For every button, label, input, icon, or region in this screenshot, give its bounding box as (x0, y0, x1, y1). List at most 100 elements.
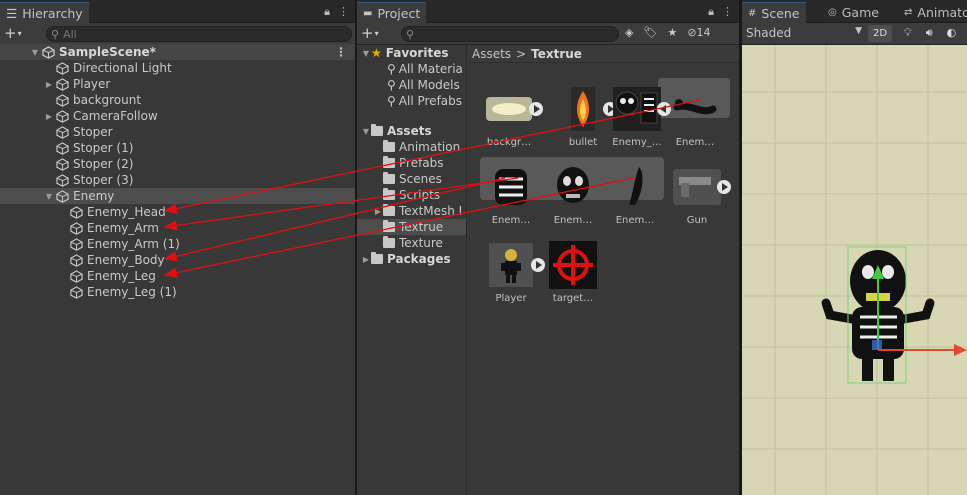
enemy-head-thumbnail (557, 167, 589, 203)
expand-sprite-icon[interactable] (531, 258, 545, 272)
gameobject-cube-icon (56, 61, 69, 75)
audio-toggle-icon[interactable]: 🔊︎ (926, 26, 933, 40)
lock-icon[interactable]: 🔒︎ (324, 5, 330, 19)
folder-label: Textrue (399, 220, 444, 234)
favorite-item[interactable]: ⚲ All Materia (387, 61, 463, 77)
lock-icon[interactable]: 🔒︎ (708, 5, 714, 19)
favorites-row[interactable]: ▼ ★ Favorites (361, 45, 449, 61)
tab-hierarchy[interactable]: ☰ Hierarchy (0, 2, 89, 23)
asset-label: Enem… (553, 215, 593, 226)
shading-mode-dropdown[interactable]: Shaded ▼ (746, 26, 862, 40)
create-button[interactable]: +▾ (4, 25, 22, 42)
hierarchy-child-item[interactable]: Enemy_Head (0, 204, 355, 220)
asset-thumbnail (485, 163, 537, 211)
hierarchy-search-field[interactable]: ⚲ (46, 26, 352, 42)
breadcrumb-root[interactable]: Assets (472, 47, 511, 61)
hierarchy-item[interactable]: backgrount (0, 92, 355, 108)
folder-item[interactable]: Scripts (357, 187, 466, 203)
lighting-toggle-icon[interactable]: 💡︎ (904, 26, 912, 40)
toggle-2d-button[interactable]: 2D (868, 25, 892, 42)
asset-item[interactable]: bullet (554, 85, 617, 148)
hierarchy-item[interactable]: ▶ Player (0, 76, 355, 92)
hierarchy-child-item[interactable]: Enemy_Body (0, 252, 355, 268)
filter-by-type-icon[interactable]: ◈ (625, 26, 633, 39)
asset-item[interactable]: Enem… (482, 163, 540, 226)
breadcrumb-current[interactable]: Textrue (531, 47, 582, 61)
tab-project[interactable]: ▬ Project (357, 2, 427, 23)
caret-down-icon[interactable]: ▼ (361, 127, 371, 136)
star-icon: ★ (371, 46, 382, 60)
search-icon: ⚲ (387, 94, 396, 108)
folder-item[interactable]: Texture (357, 235, 466, 251)
scene-canvas[interactable] (742, 45, 967, 495)
scene-menu-icon[interactable]: ⋮ (335, 45, 347, 59)
folder-item[interactable]: Textrue (357, 219, 466, 235)
hierarchy-item-label: Directional Light (73, 61, 172, 75)
project-search-field[interactable]: ⚲ (401, 26, 619, 42)
caret-down-icon[interactable]: ▼ (44, 192, 54, 201)
search-icon: ⚲ (387, 78, 396, 92)
scene-viewport[interactable] (742, 45, 967, 495)
hierarchy-item[interactable]: Stoper (1) (0, 140, 355, 156)
asset-item[interactable]: Enem… (606, 163, 664, 226)
folder-item[interactable]: Prefabs (357, 155, 466, 171)
asset-thumbnail (611, 85, 671, 133)
filter-by-label-icon[interactable]: 🏷︎ (643, 26, 657, 39)
hierarchy-search-input[interactable] (63, 27, 351, 41)
favorite-item[interactable]: ⚲ All Prefabs (387, 93, 462, 109)
asset-label: Enem… (615, 215, 655, 226)
favorite-star-icon[interactable]: ★ (667, 26, 677, 39)
asset-item[interactable]: Player (482, 241, 545, 304)
expand-sprite-icon[interactable] (717, 180, 731, 194)
more-menu-icon[interactable]: ⋮ (338, 5, 349, 19)
tab-animator[interactable]: ⇄ Animator (898, 2, 967, 23)
hierarchy-item[interactable]: Stoper (0, 124, 355, 140)
hierarchy-item[interactable]: ▶ CameraFollow (0, 108, 355, 124)
more-menu-icon[interactable]: ⋮ (722, 5, 733, 19)
grid-icon: # (748, 7, 757, 19)
hierarchy-item[interactable]: ▼ Enemy (0, 188, 355, 204)
hierarchy-item[interactable]: Stoper (2) (0, 156, 355, 172)
hierarchy-child-item[interactable]: Enemy_Leg (1) (0, 284, 355, 300)
packages-row[interactable]: ▶ Packages (361, 251, 451, 267)
hidden-packages-icon[interactable]: ⊘14 (687, 26, 710, 39)
hierarchy-item[interactable]: Stoper (3) (0, 172, 355, 188)
caret-right-icon[interactable]: ▶ (44, 80, 54, 89)
hierarchy-item-label: Stoper (2) (73, 157, 134, 171)
player-thumbnail (489, 243, 533, 287)
folder-item[interactable]: Scenes (357, 171, 466, 187)
asset-thumbnail (547, 163, 599, 211)
enemy-sheet-thumbnail (613, 87, 661, 131)
caret-down-icon[interactable]: ▼ (30, 48, 40, 57)
asset-item[interactable]: Enem… (666, 85, 724, 148)
hierarchy-item[interactable]: Directional Light (0, 60, 355, 76)
asset-item[interactable]: Gun (668, 163, 731, 226)
folder-label: Scenes (399, 172, 442, 186)
folder-item[interactable]: ▶ TextMesh I (357, 203, 466, 219)
hierarchy-tab-label: Hierarchy (22, 5, 83, 21)
hierarchy-child-item[interactable]: Enemy_Leg (0, 268, 355, 284)
folder-item[interactable]: Animation (357, 139, 466, 155)
asset-item[interactable]: backgr… (480, 85, 543, 148)
hierarchy-child-label: Enemy_Body (87, 253, 165, 267)
dropdown-arrow-icon: ▼ (855, 26, 862, 36)
caret-right-icon[interactable]: ▶ (44, 112, 54, 121)
hierarchy-child-item[interactable]: Enemy_Arm (0, 220, 355, 236)
caret-right-icon[interactable]: ▶ (373, 207, 383, 216)
project-search-input[interactable] (418, 27, 618, 41)
caret-down-icon[interactable]: ▼ (361, 49, 371, 58)
asset-item[interactable]: Enemy_… (608, 85, 671, 148)
effects-toggle-icon[interactable]: ◐ (947, 26, 957, 40)
hierarchy-child-item[interactable]: Enemy_Arm (1) (0, 236, 355, 252)
asset-item[interactable]: target… (544, 241, 602, 304)
create-asset-button[interactable]: +▾ (361, 25, 379, 42)
scene-row[interactable]: ▼ SampleScene* ⋮ (0, 44, 355, 60)
assets-row[interactable]: ▼ Assets (361, 123, 432, 139)
tab-game[interactable]: ◎ Game (822, 2, 885, 23)
folder-icon (383, 140, 395, 152)
favorite-item[interactable]: ⚲ All Models (387, 77, 460, 93)
caret-right-icon[interactable]: ▶ (361, 255, 371, 264)
expand-sprite-icon[interactable] (529, 102, 543, 116)
tab-scene[interactable]: # Scene (742, 2, 806, 23)
asset-item[interactable]: Enem… (544, 163, 602, 226)
